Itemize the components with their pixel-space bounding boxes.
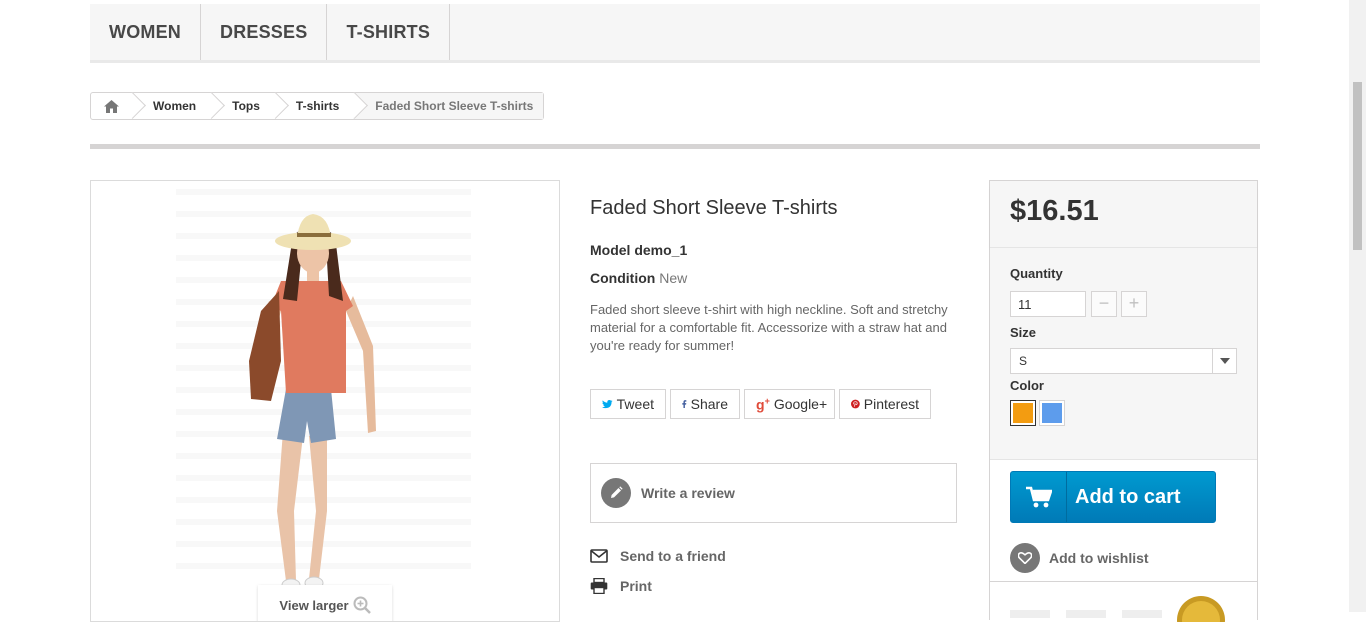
print-label: Print	[620, 578, 652, 594]
top-menu: WOMEN DRESSES T-SHIRTS	[90, 4, 1260, 63]
pinterest-label: Pinterest	[863, 396, 919, 412]
guarantee-badge-icon	[1010, 596, 1225, 627]
color-swatch-orange[interactable]	[1010, 400, 1036, 426]
cart-icon	[1011, 472, 1067, 522]
quantity-label: Quantity	[1010, 266, 1063, 281]
product-title: Faded Short Sleeve T-shirts	[590, 197, 838, 219]
add-to-cart-button[interactable]: Add to cart	[1010, 471, 1216, 523]
breadcrumb: Women Tops T-shirts Faded Short Sleeve T…	[90, 92, 545, 120]
quantity-increase-button[interactable]: +	[1121, 291, 1147, 317]
google-plus-label: Google+	[773, 396, 828, 412]
tweet-label: Tweet	[616, 396, 654, 412]
google-plus-icon: g+	[756, 395, 770, 413]
price-area: $16.51	[990, 181, 1257, 248]
quantity-decrease-button[interactable]: −	[1091, 291, 1117, 317]
color-swatch-blue-fill	[1042, 403, 1062, 423]
facebook-icon	[682, 400, 687, 409]
home-icon	[103, 99, 119, 113]
send-to-friend-label: Send to a friend	[620, 548, 726, 564]
product-price: $16.51	[1010, 195, 1099, 227]
add-to-cart-label: Add to cart	[1075, 485, 1181, 508]
size-select[interactable]: S	[1010, 348, 1237, 374]
condition-value: New	[659, 270, 688, 286]
section-divider	[90, 144, 1260, 149]
buy-box: $16.51 Quantity 11 − + Size S Color Add …	[989, 180, 1258, 627]
model-label: Model	[590, 242, 631, 258]
menu-tshirts[interactable]: T-SHIRTS	[327, 4, 451, 60]
buy-box-footer	[990, 581, 1257, 627]
print-link[interactable]: Print	[590, 578, 652, 594]
product-description: Faded short sleeve t-shirt with high nec…	[590, 302, 948, 353]
color-swatch-orange-fill	[1013, 403, 1033, 423]
scrollbar-thumb[interactable]	[1353, 82, 1362, 250]
envelope-icon	[590, 549, 608, 563]
product-condition: Condition New	[590, 270, 960, 286]
pencil-icon	[601, 478, 631, 508]
add-to-wishlist-button[interactable]: Add to wishlist	[1010, 543, 1149, 573]
add-to-wishlist-label: Add to wishlist	[1049, 550, 1149, 566]
menu-dresses[interactable]: DRESSES	[201, 4, 328, 60]
share-label: Share	[690, 396, 728, 412]
color-swatch-blue[interactable]	[1039, 400, 1065, 426]
twitter-icon	[602, 399, 613, 408]
size-label: Size	[1010, 325, 1037, 340]
chevron-down-icon	[1212, 349, 1236, 373]
social-share-buttons: Tweet Share g+ Google+ Pinterest	[590, 389, 931, 419]
product-model: Model demo_1	[590, 242, 960, 258]
pinterest-button[interactable]: Pinterest	[839, 389, 931, 419]
printer-icon	[590, 578, 608, 594]
model-value: demo_1	[634, 242, 688, 258]
write-review-button[interactable]: Write a review	[590, 463, 957, 523]
write-review-label: Write a review	[641, 485, 735, 501]
condition-label: Condition	[590, 270, 656, 286]
page-scrollbar[interactable]	[1349, 0, 1366, 612]
color-label: Color	[1010, 378, 1044, 393]
google-plus-button[interactable]: g+ Google+	[744, 389, 835, 419]
quantity-input[interactable]: 11	[1010, 291, 1086, 317]
zoom-in-icon	[353, 596, 371, 614]
facebook-share-button[interactable]: Share	[670, 389, 740, 419]
send-to-friend-link[interactable]: Send to a friend	[590, 548, 726, 564]
product-photo[interactable]	[91, 181, 559, 621]
tweet-button[interactable]: Tweet	[590, 389, 666, 419]
product-image-box[interactable]: View larger	[90, 180, 560, 622]
heart-icon	[1010, 543, 1040, 573]
size-selected-value: S	[1019, 354, 1028, 368]
view-larger-button[interactable]: View larger	[258, 585, 392, 621]
view-larger-label: View larger	[279, 597, 349, 613]
breadcrumb-current: Faded Short Sleeve T-shirts	[353, 93, 544, 119]
pinterest-icon	[851, 399, 860, 409]
product-options: Quantity 11 − + Size S Color	[990, 248, 1257, 460]
product-info: Faded Short Sleeve T-shirts Model demo_1…	[590, 180, 960, 594]
menu-women[interactable]: WOMEN	[90, 4, 201, 60]
